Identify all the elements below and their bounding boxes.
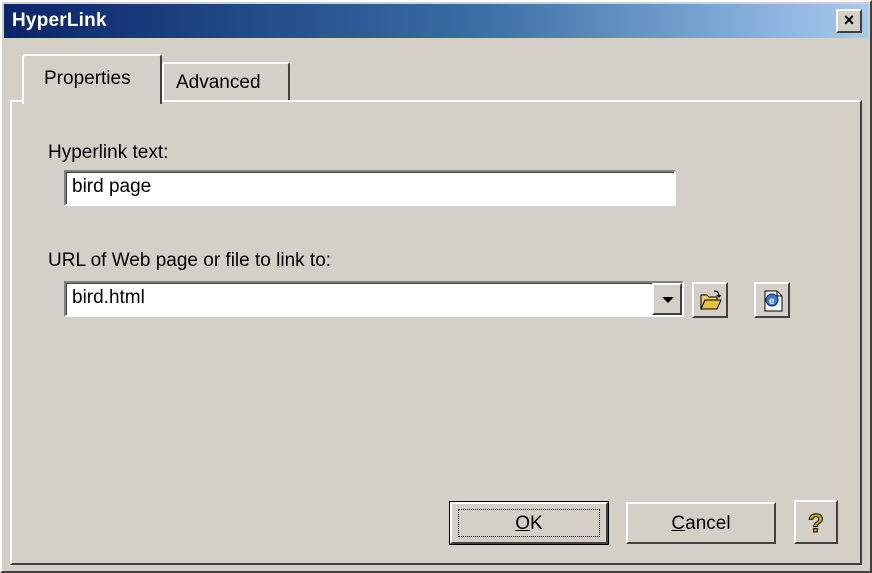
folder-open-icon — [700, 290, 722, 310]
tab-advanced-label: Advanced — [176, 72, 261, 93]
browse-web-button[interactable]: e — [754, 282, 790, 318]
close-icon: × — [843, 10, 855, 30]
hyperlink-text-input[interactable]: bird page — [64, 170, 676, 206]
tab-properties-label: Properties — [44, 68, 131, 89]
svg-text:e: e — [769, 296, 775, 307]
question-mark-icon: ? — [808, 508, 825, 539]
web-page-icon: e — [764, 290, 783, 312]
hyperlink-dialog: HyperLink × Properties Advanced Hyperlin… — [0, 0, 872, 573]
help-button[interactable]: ? — [794, 500, 838, 544]
ok-button-label: OK — [515, 513, 543, 534]
cancel-button-label: Cancel — [671, 513, 731, 534]
properties-panel: Hyperlink text: bird page URL of Web pag… — [10, 100, 862, 565]
tab-advanced[interactable]: Advanced — [162, 62, 290, 100]
url-combobox-input[interactable]: bird.html — [64, 281, 684, 317]
hyperlink-text-label: Hyperlink text: — [48, 142, 169, 163]
window-title: HyperLink — [12, 10, 107, 31]
browse-file-button[interactable] — [692, 282, 728, 318]
title-bar[interactable]: HyperLink × — [4, 4, 868, 38]
close-button[interactable]: × — [836, 9, 862, 33]
cancel-button[interactable]: Cancel — [626, 502, 776, 544]
url-dropdown-button[interactable] — [652, 283, 682, 315]
tab-properties[interactable]: Properties — [22, 54, 162, 104]
url-label: URL of Web page or file to link to: — [48, 250, 332, 271]
ok-button[interactable]: OK — [449, 501, 609, 545]
